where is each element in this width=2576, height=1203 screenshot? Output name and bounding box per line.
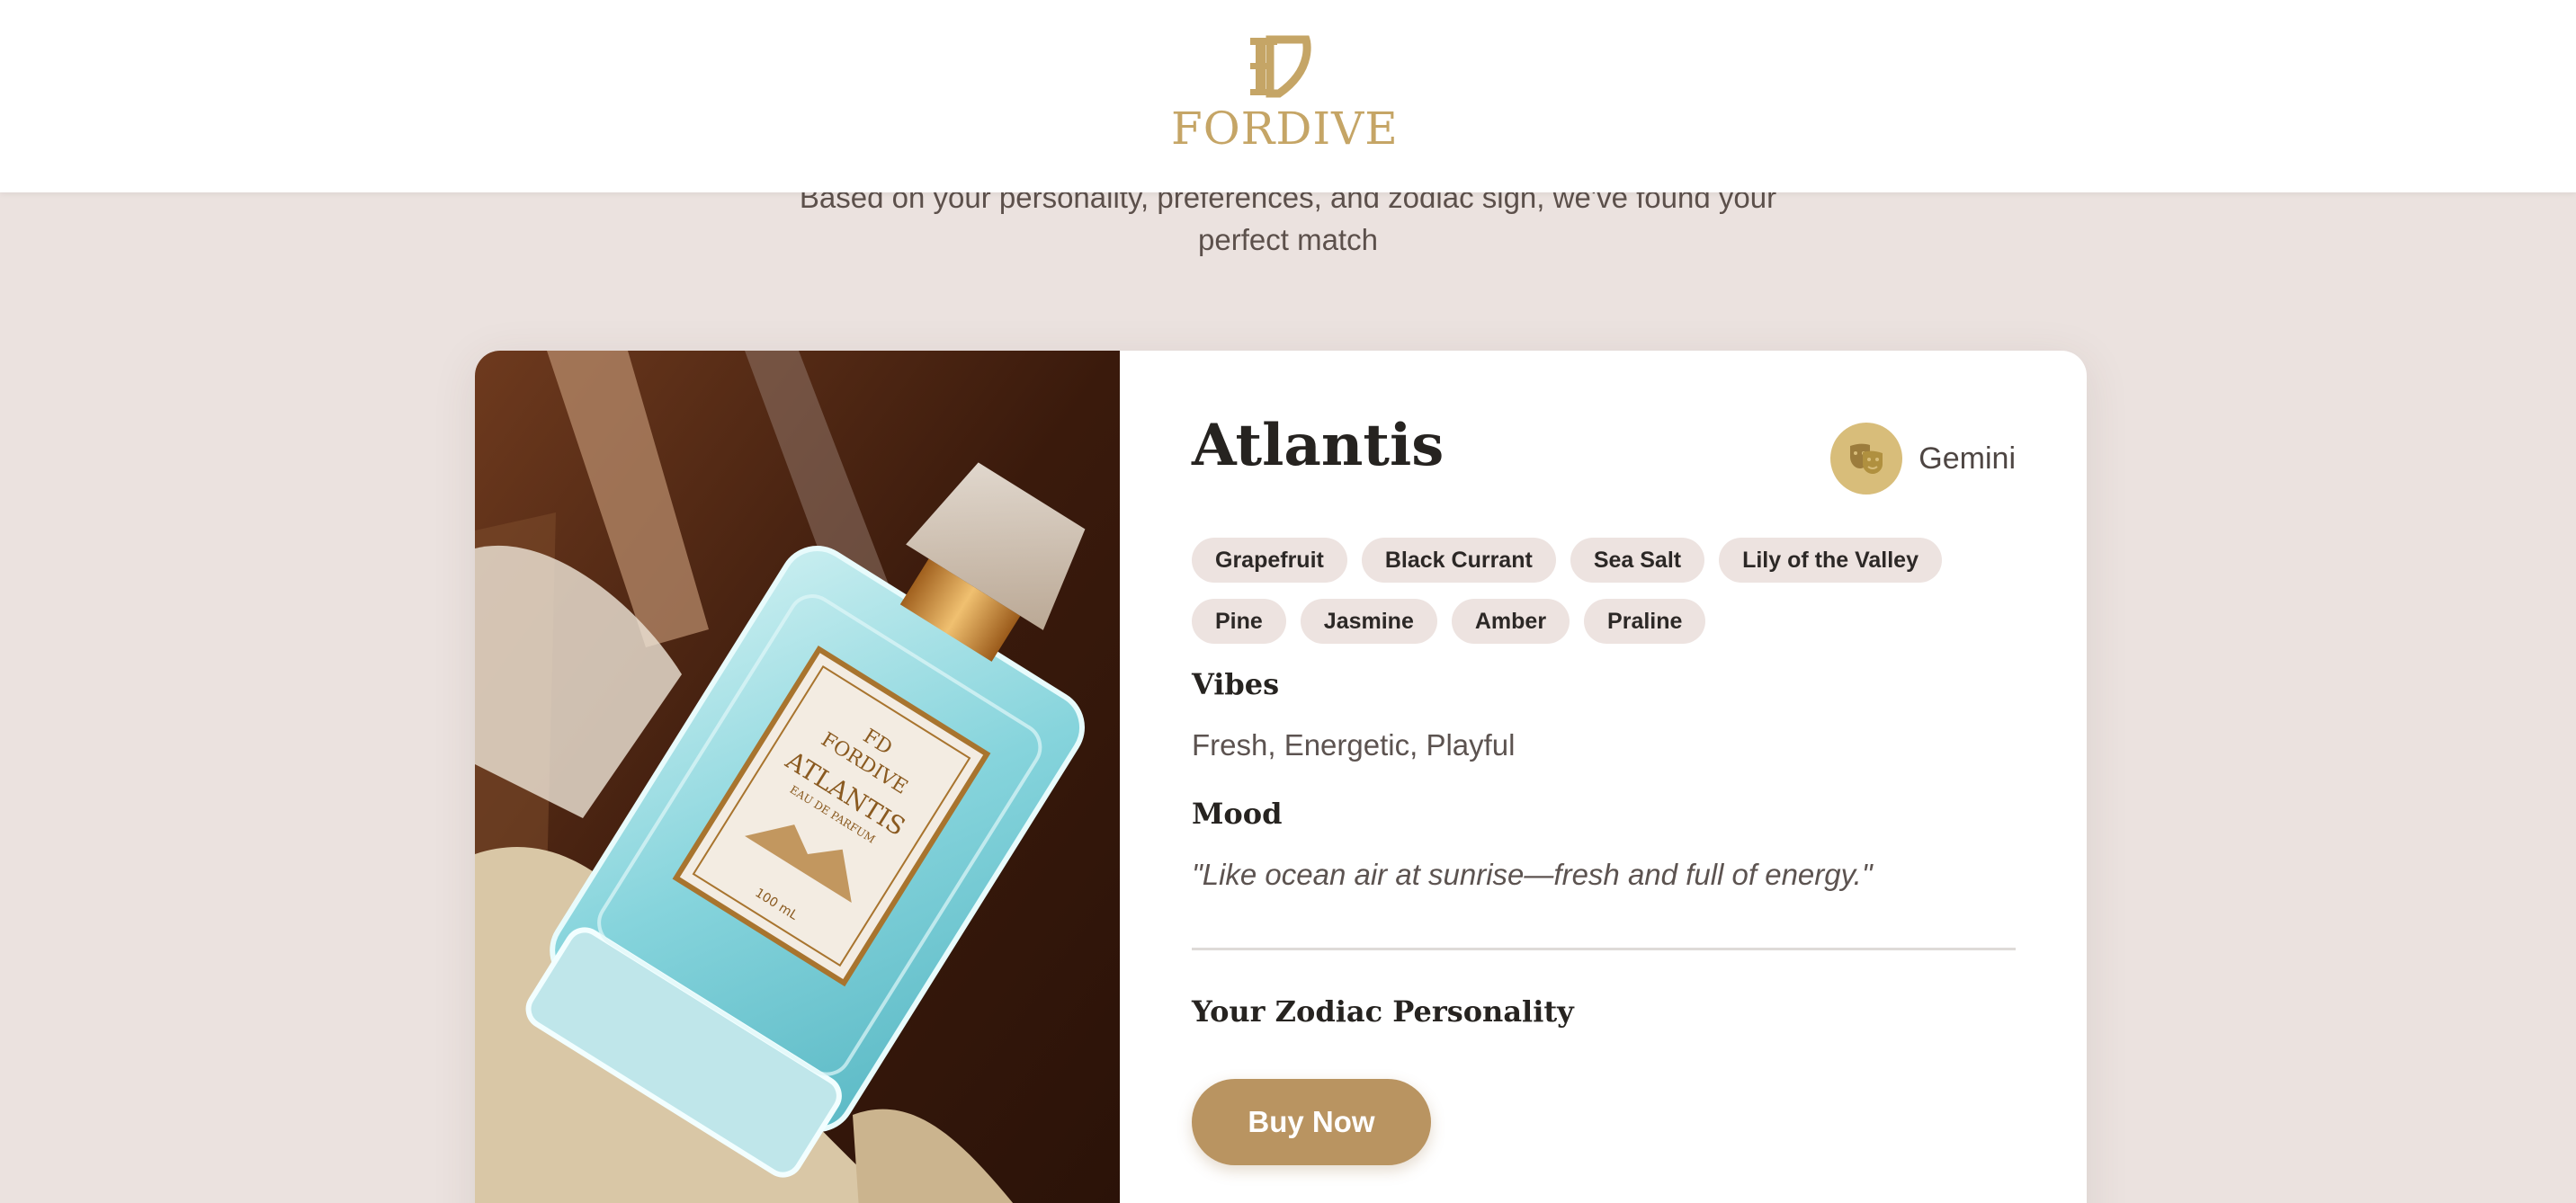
note-chip: Praline xyxy=(1584,599,1706,644)
perfume-bottle-photo-icon: FD FORDIVE ATLANTIS EAU DE PARFUM 100 mL xyxy=(475,351,1120,1203)
note-chip: Lily of the Valley xyxy=(1719,538,1942,583)
mood-heading: Mood xyxy=(1192,797,1283,831)
note-chip: Grapefruit xyxy=(1192,538,1347,583)
masks-glyph-icon xyxy=(1850,443,1883,474)
brand-logo[interactable]: FORDIVE xyxy=(1171,32,1399,158)
note-chip: Pine xyxy=(1192,599,1286,644)
page: FORDIVE Based on your personality, prefe… xyxy=(0,0,2576,1203)
site-header: FORDIVE xyxy=(0,0,2576,192)
scent-notes: Grapefruit Black Currant Sea Salt Lily o… xyxy=(1192,538,2016,660)
note-chip: Jasmine xyxy=(1300,599,1437,644)
mood-quote: "Like ocean air at sunrise—fresh and ful… xyxy=(1192,858,1873,891)
intro-line-2: perfect match xyxy=(1198,223,1378,256)
section-divider xyxy=(1192,948,2016,950)
brand-name: FORDIVE xyxy=(1171,102,1399,155)
notes-row-2: Pine Jasmine Amber Praline xyxy=(1192,599,2016,644)
note-chip: Sea Salt xyxy=(1570,538,1705,583)
vibes-heading: Vibes xyxy=(1192,667,1280,701)
theater-masks-icon xyxy=(1830,423,1903,495)
buy-now-button[interactable]: Buy Now xyxy=(1192,1079,1431,1165)
note-chip: Black Currant xyxy=(1361,538,1556,583)
product-image: FD FORDIVE ATLANTIS EAU DE PARFUM 100 mL xyxy=(475,351,1120,1203)
zodiac-sign-name: Gemini xyxy=(1919,441,2016,476)
fd-monogram-icon xyxy=(1250,35,1311,98)
vibes-text: Fresh, Energetic, Playful xyxy=(1192,728,1516,762)
note-chip: Amber xyxy=(1451,599,1570,644)
product-info: Atlantis Gemini Grapefruit Black Currant… xyxy=(1192,351,2016,1203)
product-name: Atlantis xyxy=(1192,412,1445,479)
zodiac-sign-badge: Gemini xyxy=(1830,423,2016,495)
notes-row-1: Grapefruit Black Currant Sea Salt Lily o… xyxy=(1192,538,2016,583)
perfume-match-card: FD FORDIVE ATLANTIS EAU DE PARFUM 100 mL… xyxy=(475,351,2087,1203)
zodiac-personality-heading: Your Zodiac Personality xyxy=(1192,994,1574,1029)
